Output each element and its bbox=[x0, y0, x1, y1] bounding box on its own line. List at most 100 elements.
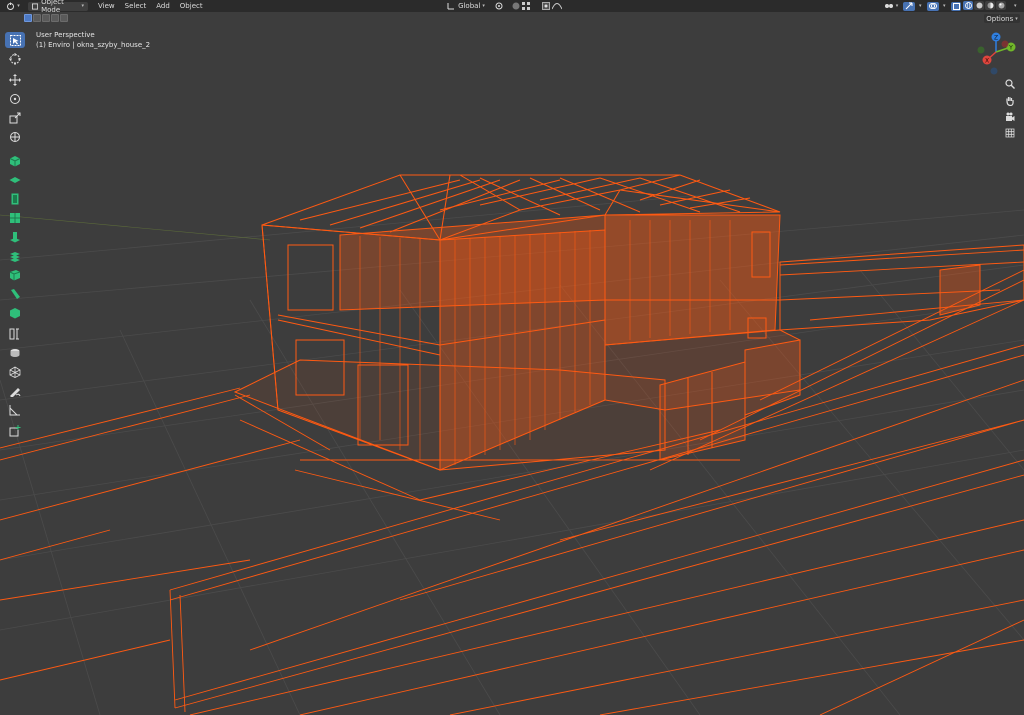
snap-group[interactable] bbox=[508, 1, 534, 11]
mode-dropdown[interactable]: Object Mode ▾ bbox=[28, 0, 88, 14]
shading-solid-button[interactable] bbox=[974, 1, 984, 10]
neg-y-axis-handle[interactable] bbox=[977, 46, 985, 54]
green-cube-icon bbox=[9, 156, 21, 167]
orientation-icon bbox=[447, 3, 455, 10]
orientation-label: Global bbox=[458, 2, 481, 10]
tool-add-wall[interactable] bbox=[5, 267, 25, 283]
tool-add-column[interactable] bbox=[5, 229, 25, 245]
transform-orientation-dropdown[interactable]: Global ▾ bbox=[443, 1, 489, 11]
select-mode-intersect[interactable] bbox=[60, 14, 68, 22]
shading-material-button[interactable] bbox=[985, 1, 995, 10]
overlay-toggle[interactable] bbox=[927, 1, 939, 11]
mesh-icon bbox=[9, 366, 21, 378]
shading-wireframe-button[interactable] bbox=[963, 1, 973, 10]
xray-icon bbox=[952, 2, 960, 10]
green-column-icon bbox=[10, 232, 20, 243]
options-dropdown[interactable]: Options ▾ bbox=[984, 14, 1020, 23]
tool-move[interactable] bbox=[5, 72, 25, 88]
tool-add-plane[interactable] bbox=[5, 172, 25, 188]
select-mode-subtract[interactable] bbox=[42, 14, 50, 22]
tool-rotate[interactable] bbox=[5, 91, 25, 107]
cube-editor-icon bbox=[7, 2, 15, 10]
shading-rendered-button[interactable] bbox=[996, 1, 1006, 10]
chevron-down-icon[interactable]: ▾ bbox=[1014, 3, 1017, 9]
green-stairs-icon bbox=[10, 252, 20, 262]
neg-z-axis-handle[interactable] bbox=[990, 67, 998, 75]
object-mode-icon bbox=[32, 2, 39, 10]
menu-add[interactable]: Add bbox=[156, 2, 170, 10]
tool-scale[interactable] bbox=[5, 110, 25, 126]
zoom-icon bbox=[1005, 79, 1015, 89]
snap-icon bbox=[512, 2, 520, 10]
green-beam-icon bbox=[11, 289, 20, 299]
viewport-scene[interactable] bbox=[0, 0, 1024, 715]
tool-cylinder[interactable] bbox=[5, 345, 25, 361]
chevron-down-icon: ▾ bbox=[17, 3, 20, 9]
green-door-icon bbox=[11, 193, 19, 205]
grid-icon bbox=[1005, 128, 1015, 138]
camera-icon bbox=[1006, 112, 1015, 121]
scale-icon bbox=[9, 112, 21, 124]
green-window-icon bbox=[10, 213, 20, 223]
cylinder-icon bbox=[10, 349, 20, 357]
select-mode-invert[interactable] bbox=[51, 14, 59, 22]
x-axis-label: X bbox=[985, 58, 989, 65]
cursor-icon bbox=[9, 53, 21, 65]
menu-view[interactable]: View bbox=[98, 2, 115, 10]
tool-add-object[interactable] bbox=[5, 423, 25, 439]
solid-sphere-icon bbox=[976, 2, 982, 9]
chevron-down-icon[interactable]: ▾ bbox=[919, 3, 922, 9]
select-mode-new[interactable] bbox=[24, 14, 32, 22]
tool-add-door[interactable] bbox=[5, 191, 25, 207]
hand-icon bbox=[1006, 97, 1014, 106]
tool-annotate[interactable] bbox=[5, 383, 25, 399]
object-info: (1) Enviro | okna_szyby_house_2 bbox=[36, 41, 151, 49]
tool-measure[interactable] bbox=[5, 402, 25, 418]
neg-x-axis-handle[interactable] bbox=[1001, 40, 1009, 48]
select-mode-extend[interactable] bbox=[33, 14, 41, 22]
house-wireframe[interactable] bbox=[233, 174, 1024, 471]
tool-cursor[interactable] bbox=[5, 51, 25, 67]
green-slab-icon bbox=[10, 308, 20, 319]
tool-add-stairs[interactable] bbox=[5, 248, 25, 264]
add-object-icon bbox=[9, 425, 21, 437]
navigation-gizmo[interactable]: Z Y X bbox=[974, 30, 1020, 80]
viewport-header: ▾ Object Mode ▾ View Select Add Object G… bbox=[0, 0, 1024, 14]
ruler-icon bbox=[9, 405, 20, 416]
tool-settings-row bbox=[0, 12, 1024, 25]
editor-type-button[interactable]: ▾ bbox=[4, 1, 22, 11]
y-axis-label: Y bbox=[1008, 45, 1013, 52]
chevron-down-icon: ▾ bbox=[1015, 15, 1018, 22]
tool-add-window[interactable] bbox=[5, 210, 25, 226]
chevron-down-icon: ▾ bbox=[81, 3, 84, 9]
xray-toggle[interactable] bbox=[951, 1, 961, 11]
green-wall-icon bbox=[9, 270, 21, 281]
visibility-icon bbox=[884, 4, 893, 8]
z-axis-label: Z bbox=[994, 35, 998, 42]
tool-mesh[interactable] bbox=[5, 364, 25, 380]
tool-add-slab[interactable] bbox=[5, 305, 25, 321]
visibility-button[interactable]: ▾ bbox=[883, 1, 899, 11]
pivot-point-button[interactable] bbox=[492, 1, 506, 11]
zoom-button[interactable] bbox=[1003, 77, 1017, 91]
ortho-toggle-button[interactable] bbox=[1003, 126, 1017, 140]
x-axis-line bbox=[0, 214, 271, 241]
menu-select[interactable]: Select bbox=[125, 2, 147, 10]
gizmo-toggle[interactable] bbox=[903, 1, 915, 11]
rotate-icon bbox=[10, 94, 20, 104]
annotate-icon bbox=[10, 388, 21, 397]
chevron-down-icon: ▾ bbox=[482, 3, 485, 9]
menu-object[interactable]: Object bbox=[180, 2, 203, 10]
proportional-icon bbox=[542, 2, 550, 10]
falloff-icon bbox=[552, 3, 562, 10]
tool-select-box[interactable] bbox=[5, 32, 25, 48]
tool-add-beam[interactable] bbox=[5, 286, 25, 302]
tool-measure-bool[interactable] bbox=[5, 326, 25, 342]
camera-view-button[interactable] bbox=[1003, 110, 1017, 124]
tool-add-cube[interactable] bbox=[5, 153, 25, 169]
chevron-down-icon[interactable]: ▾ bbox=[943, 3, 946, 9]
pan-button[interactable] bbox=[1003, 94, 1017, 108]
tool-transform[interactable] bbox=[5, 129, 25, 145]
proportional-edit-group[interactable] bbox=[540, 1, 564, 11]
pivot-icon bbox=[495, 2, 503, 10]
